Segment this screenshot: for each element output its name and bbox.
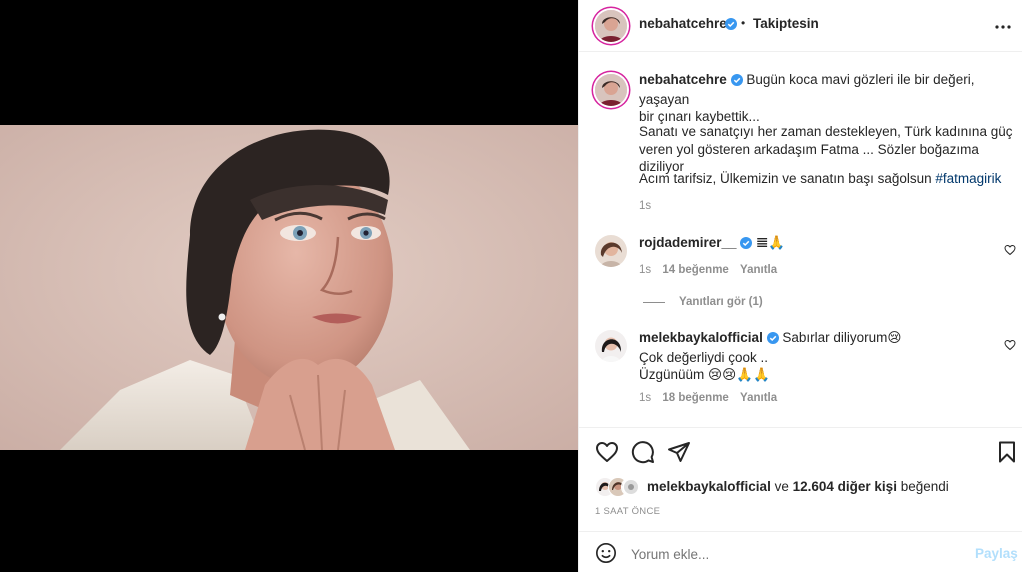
post-timestamp[interactable]: 1 SAAT ÖNCE bbox=[595, 506, 660, 517]
author-username[interactable]: nebahatcehre bbox=[639, 16, 727, 31]
caption-avatar[interactable] bbox=[595, 74, 627, 106]
view-replies-button[interactable]: Yanıtları gör (1) bbox=[679, 296, 763, 308]
like-comment-heart-icon[interactable] bbox=[1004, 338, 1016, 356]
view-replies-line bbox=[643, 302, 665, 303]
caption-time[interactable]: 1s bbox=[639, 200, 651, 212]
follow-status[interactable]: Takiptesin bbox=[753, 16, 819, 31]
commenter-username[interactable]: melekbaykalofficial bbox=[639, 330, 763, 345]
reply-button[interactable]: Yanıtla bbox=[740, 264, 777, 276]
commenter-avatar[interactable] bbox=[595, 330, 627, 362]
caption-para3: Acım tarifsiz, Ülkemizin ve sanatın başı… bbox=[639, 171, 936, 186]
post-media[interactable] bbox=[0, 0, 578, 572]
liker-avatar bbox=[621, 477, 641, 497]
post-panel: nebahatcehre • Takiptesin nebahatcehre B… bbox=[578, 0, 1022, 572]
verified-badge-icon bbox=[766, 331, 779, 349]
more-options-icon[interactable] bbox=[994, 18, 1012, 41]
likes-suffix: beğendi bbox=[900, 479, 949, 494]
commenter-username[interactable]: rojdademirer__ bbox=[639, 235, 737, 250]
likes-count[interactable]: 12.604 diğer kişi bbox=[793, 479, 897, 494]
comment-text: 𝌆🙏 bbox=[756, 235, 785, 250]
like-heart-icon[interactable] bbox=[595, 440, 619, 469]
portrait-image bbox=[0, 125, 578, 450]
comment-text-line-2: Çok değerliydi çook .. bbox=[639, 349, 769, 365]
caption-username[interactable]: nebahatcehre bbox=[639, 72, 727, 87]
post-comment-button[interactable]: Paylaş bbox=[975, 546, 1018, 561]
caption-para2-line-1: Sanatı ve sanatçıyı her zaman destekleye… bbox=[639, 124, 1013, 139]
likes-conj: ve bbox=[774, 479, 789, 494]
comment-text-line-1: Sabırlar diliyorum😢 bbox=[782, 330, 902, 345]
post-header: nebahatcehre • Takiptesin bbox=[579, 0, 1022, 52]
verified-badge-icon bbox=[725, 17, 737, 35]
verified-badge-icon bbox=[740, 236, 753, 254]
comment-bubble-icon[interactable] bbox=[631, 440, 655, 469]
reply-button[interactable]: Yanıtla bbox=[740, 392, 777, 404]
author-avatar[interactable] bbox=[595, 10, 627, 42]
emoji-smiley-icon[interactable] bbox=[595, 542, 617, 569]
header-separator: • bbox=[741, 16, 746, 30]
comment-time[interactable]: 1s bbox=[639, 392, 651, 404]
hashtag-link[interactable]: #fatmagirik bbox=[935, 171, 1001, 186]
commenter-avatar[interactable] bbox=[595, 235, 627, 267]
action-bar: melekbaykalofficial ve 12.604 diğer kişi… bbox=[579, 427, 1022, 517]
comment-likes[interactable]: 14 beğenme bbox=[662, 264, 728, 276]
liker-username[interactable]: melekbaykalofficial bbox=[647, 479, 771, 494]
verified-badge-icon bbox=[730, 73, 743, 91]
liked-by-avatars[interactable] bbox=[595, 477, 643, 497]
add-comment-bar: Paylaş bbox=[579, 531, 1022, 573]
comments-area[interactable]: nebahatcehre Bugün koca mavi gözleri ile… bbox=[579, 52, 1022, 425]
save-bookmark-icon[interactable] bbox=[995, 440, 1019, 469]
comment-likes[interactable]: 18 beğenme bbox=[662, 392, 728, 404]
share-paper-plane-icon[interactable] bbox=[667, 440, 691, 469]
post-photo[interactable] bbox=[0, 125, 578, 450]
comment-text-line-3: Üzgünüüm 😢😢🙏🙏 bbox=[639, 367, 770, 382]
like-comment-heart-icon[interactable] bbox=[1004, 243, 1016, 261]
comment-input[interactable] bbox=[629, 542, 953, 566]
comment-time[interactable]: 1s bbox=[639, 264, 651, 276]
caption-line-2: bir çınarı kaybettik... bbox=[639, 109, 760, 124]
